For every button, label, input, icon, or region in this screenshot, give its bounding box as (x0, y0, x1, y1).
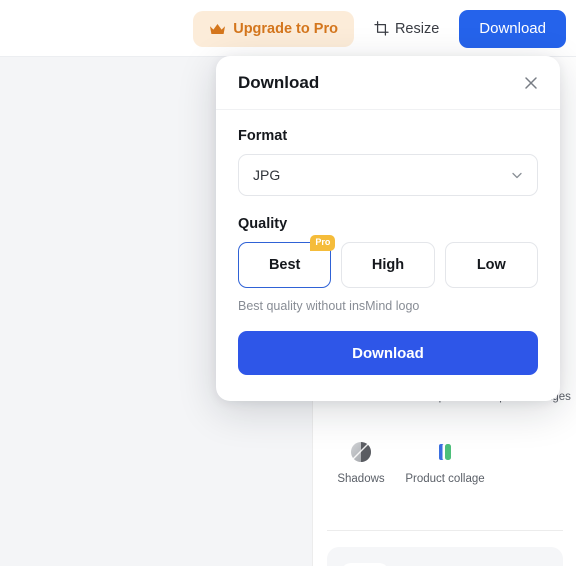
format-select-value: JPG (253, 167, 281, 183)
format-select[interactable]: JPG (238, 154, 538, 196)
resize-label: Resize (394, 20, 440, 37)
format-label: Format (238, 128, 288, 144)
mask-section[interactable]: Mask (327, 547, 563, 566)
quality-hint: Best quality without insMind logo (238, 299, 420, 313)
download-dialog: Download Format JPG Quality Pro Best Hig… (216, 56, 560, 401)
tool-item-shadows[interactable]: Shadows (319, 439, 403, 486)
upgrade-to-pro-button[interactable]: Upgrade to Pro (193, 10, 354, 47)
tool-item-product-collage[interactable]: Product collage (403, 439, 487, 486)
chevron-down-icon (510, 168, 524, 182)
collage-icon (432, 439, 458, 465)
resize-button[interactable]: Resize (368, 11, 445, 47)
tool-grid-spacer (487, 439, 571, 486)
tool-grid: Shadows Product collage (313, 439, 576, 486)
dialog-download-submit-button[interactable]: Download (238, 331, 538, 375)
quality-option-low[interactable]: Low (444, 242, 538, 288)
dialog-header: Download (216, 56, 560, 110)
crown-icon (209, 22, 226, 36)
top-toolbar-actions: Upgrade to Pro Resize Download (193, 0, 566, 57)
app-root: Enhancer Replace expands images (0, 0, 576, 566)
dialog-title: Download (238, 72, 320, 92)
dialog-body: Format JPG Quality Pro Best High Low Bes… (216, 110, 560, 375)
quality-label: Quality (238, 216, 288, 232)
quality-options: Pro Best High Low (238, 235, 538, 288)
top-toolbar: Upgrade to Pro Resize Download (0, 0, 576, 57)
quality-option-low-label: Low (476, 257, 506, 273)
upgrade-to-pro-label: Upgrade to Pro (233, 20, 338, 37)
pro-badge: Pro (310, 235, 336, 251)
close-icon (524, 76, 538, 90)
close-button[interactable] (520, 72, 542, 94)
tool-label-shadows: Shadows (337, 473, 385, 485)
sidebar-divider (327, 530, 563, 531)
quality-option-best[interactable]: Pro Best (238, 235, 336, 288)
quality-option-best-label: Best (268, 257, 301, 273)
quality-option-high[interactable]: High (341, 242, 435, 288)
download-button[interactable]: Download (459, 9, 566, 48)
shadow-circle-icon (348, 439, 374, 465)
tool-label-product-collage: Product collage (405, 473, 485, 485)
quality-option-high-label: High (371, 257, 405, 273)
crop-icon (374, 21, 389, 36)
